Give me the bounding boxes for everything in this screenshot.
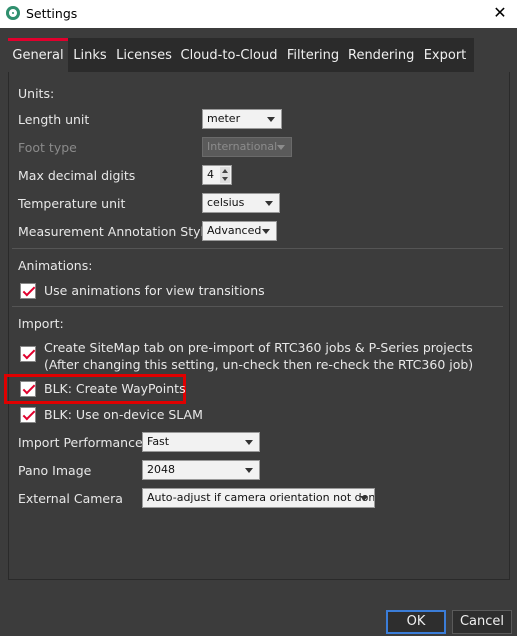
create-sitemap-label: Create SiteMap tab on pre-import of RTC3… [44,340,473,355]
tab-licenses[interactable]: Licenses [116,38,172,72]
tab-cloud-to-cloud[interactable]: Cloud-to-Cloud [180,38,278,72]
blk-waypoints-checkbox[interactable] [20,381,36,397]
import-performance-value: Fast [147,435,170,448]
use-animations-checkbox[interactable] [20,283,36,299]
tab-rendering[interactable]: Rendering [348,38,414,72]
import-performance-select[interactable]: Fast [142,432,260,452]
tab-general[interactable]: General [8,38,68,72]
external-camera-label: External Camera [18,491,123,506]
external-camera-select[interactable]: Auto-adjust if camera orientation not do… [142,488,375,508]
length-unit-label: Length unit [18,112,90,127]
import-section-label: Import: [18,316,64,331]
tab-export[interactable]: Export [420,38,470,72]
blk-waypoints-label: BLK: Create WayPoints [44,381,186,396]
units-section-label: Units: [18,86,55,101]
pano-image-label: Pano Image [18,463,92,478]
chevron-down-icon [265,201,273,206]
max-decimal-label: Max decimal digits [18,168,136,183]
chevron-down-icon [277,145,285,150]
chevron-down-icon [245,468,253,473]
max-decimal-stepper[interactable]: 4 [202,165,232,185]
blk-slam-checkbox[interactable] [20,407,36,423]
external-camera-value: Auto-adjust if camera orientation not do… [147,491,375,504]
foot-type-label: Foot type [18,140,77,155]
tab-links[interactable]: Links [70,38,110,72]
annotation-style-label: Measurement Annotation Style [18,224,212,239]
length-unit-value: meter [207,112,241,125]
chevron-down-icon [267,117,275,122]
length-unit-select[interactable]: meter [202,109,282,129]
app-logo-icon [6,6,20,20]
max-decimal-value: 4 [207,168,214,181]
create-sitemap-checkbox[interactable] [20,346,36,362]
tab-bar: General Links Licenses Cloud-to-Cloud Fi… [8,38,474,72]
window-title: Settings [26,6,78,21]
foot-type-select: International [202,137,292,157]
blk-slam-label: BLK: Use on-device SLAM [44,407,203,422]
divider [12,306,503,307]
pano-image-value: 2048 [147,463,175,476]
cancel-button[interactable]: Cancel [452,610,512,634]
import-performance-label: Import Performance [18,435,143,450]
use-animations-label: Use animations for view transitions [44,283,265,298]
chevron-down-icon [360,496,368,501]
temperature-unit-value: celsius [207,196,245,209]
close-icon[interactable]: ✕ [489,2,511,24]
ok-button[interactable]: OK [386,610,446,634]
chevron-down-icon [245,440,253,445]
chevron-down-icon [262,229,270,234]
stepper-down-icon[interactable] [220,175,230,183]
foot-type-value: International [207,140,278,153]
annotation-style-value: Advanced [207,224,262,237]
temperature-unit-select[interactable]: celsius [202,193,280,213]
stepper-up-icon[interactable] [220,167,230,175]
temperature-unit-label: Temperature unit [18,196,126,211]
animations-section-label: Animations: [18,258,93,273]
annotation-style-select[interactable]: Advanced [202,221,277,241]
pano-image-select[interactable]: 2048 [142,460,260,480]
tab-filtering[interactable]: Filtering [286,38,340,72]
title-bar: Settings ✕ [0,0,517,28]
create-sitemap-note: (After changing this setting, un-check t… [44,357,474,372]
divider [12,248,503,249]
